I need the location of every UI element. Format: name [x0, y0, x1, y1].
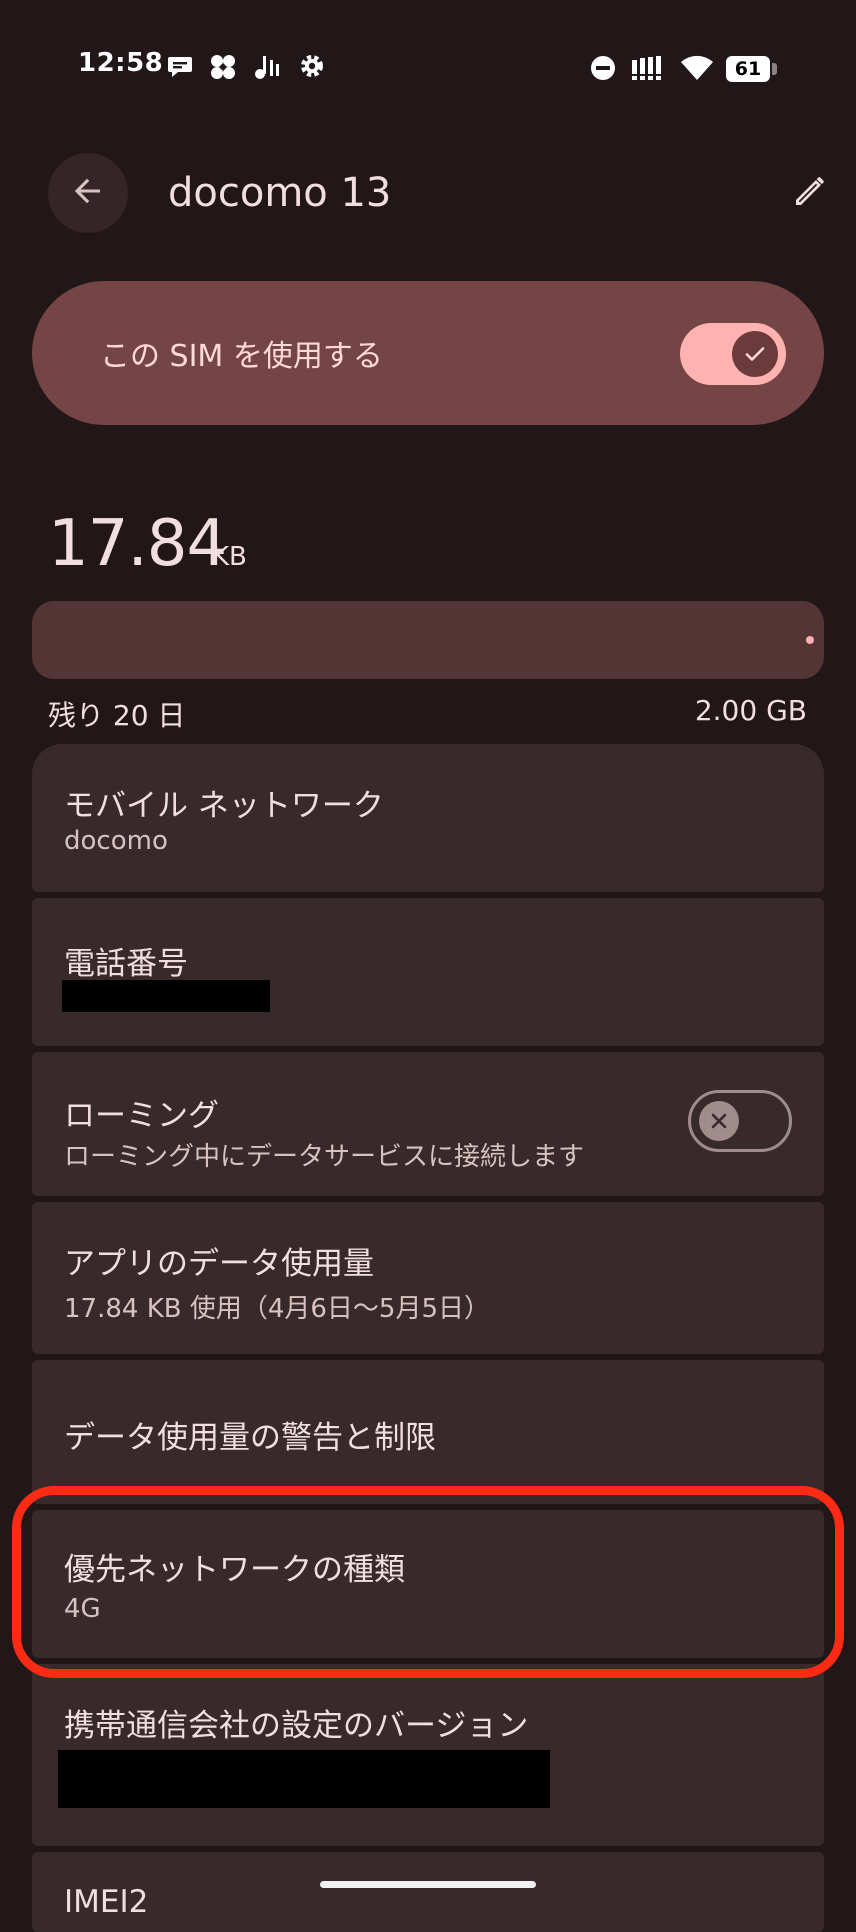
- status-bar: 12:58 61: [0, 0, 856, 138]
- phone-number-redaction: [62, 980, 270, 1012]
- carrier-settings-version-item[interactable]: 携帯通信会社の設定のバージョン: [32, 1664, 824, 1846]
- battery-icon: 61: [726, 56, 770, 82]
- music-notes-icon: [252, 52, 282, 82]
- carrier-settings-version-redaction: [58, 1750, 550, 1808]
- data-usage-bar-fill: [806, 636, 814, 644]
- roaming-item[interactable]: ローミング ローミング中にデータサービスに接続します: [32, 1052, 824, 1196]
- home-indicator[interactable]: [320, 1881, 536, 1888]
- data-usage-unit: KB: [212, 542, 247, 572]
- signal-icon: [632, 56, 668, 80]
- roaming-title: ローミング: [64, 1098, 219, 1134]
- use-sim-toggle-row[interactable]: この SIM を使用する: [32, 281, 824, 425]
- mobile-network-item[interactable]: モバイル ネットワーク docomo: [32, 744, 824, 892]
- fan-icon: [208, 52, 238, 82]
- data-warning-item[interactable]: データ使用量の警告と制限: [32, 1360, 824, 1504]
- back-button[interactable]: [48, 153, 128, 233]
- mobile-network-title: モバイル ネットワーク: [64, 788, 384, 824]
- data-limit: 2.00 GB: [694, 694, 807, 727]
- data-usage-bar: [32, 601, 824, 679]
- edit-button[interactable]: [780, 163, 840, 223]
- roaming-switch[interactable]: [688, 1090, 792, 1152]
- imei-title: IMEI2: [64, 1884, 149, 1920]
- check-icon: [732, 331, 778, 377]
- pencil-icon: [790, 171, 830, 215]
- highlight-annotation: [12, 1486, 844, 1678]
- mobile-network-summary: docomo: [64, 826, 168, 856]
- do-not-disturb-icon: [590, 55, 616, 81]
- data-warning-title: データ使用量の警告と制限: [64, 1420, 436, 1456]
- status-time: 12:58: [78, 48, 164, 78]
- battery-tip: [772, 63, 777, 75]
- carrier-settings-version-title: 携帯通信会社の設定のバージョン: [64, 1708, 529, 1744]
- wifi-icon: [680, 54, 714, 82]
- use-sim-switch[interactable]: [680, 323, 786, 385]
- settings-gear-icon: [298, 52, 326, 80]
- chat-bubble-icon: [166, 52, 194, 80]
- phone-number-item[interactable]: 電話番号: [32, 898, 824, 1046]
- close-icon: [699, 1101, 739, 1141]
- days-remaining: 残り 20 日: [48, 699, 186, 732]
- data-usage-amount: 17.84: [48, 507, 227, 581]
- app-data-usage-item[interactable]: アプリのデータ使用量 17.84 KB 使用（4月6日〜5月5日）: [32, 1202, 824, 1354]
- phone-number-title: 電話番号: [64, 946, 188, 982]
- use-sim-label: この SIM を使用する: [100, 339, 383, 374]
- arrow-back-icon: [70, 173, 106, 213]
- roaming-summary: ローミング中にデータサービスに接続します: [64, 1142, 585, 1172]
- page-title: docomo 13: [168, 170, 392, 216]
- app-data-usage-title: アプリのデータ使用量: [64, 1246, 374, 1282]
- imei-item[interactable]: IMEI2: [32, 1852, 824, 1932]
- app-data-usage-summary: 17.84 KB 使用（4月6日〜5月5日）: [64, 1294, 491, 1324]
